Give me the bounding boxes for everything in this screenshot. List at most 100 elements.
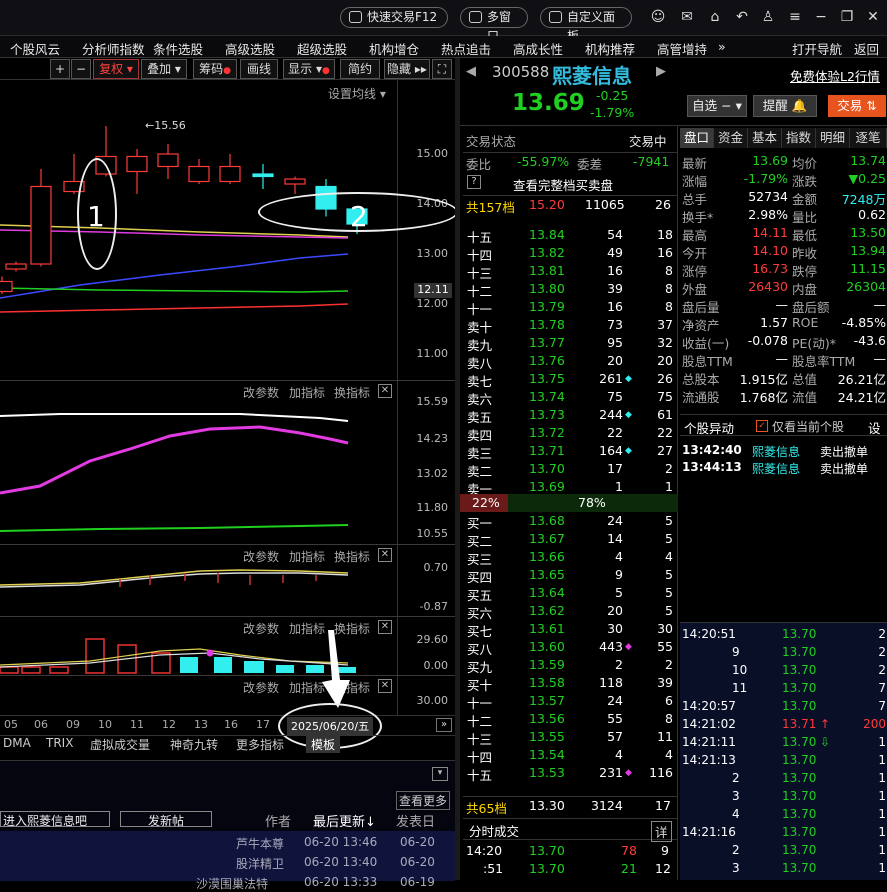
quick-trade-button[interactable]: 快速交易F12 [340, 7, 448, 28]
col-last-update[interactable]: 最后更新↓ [313, 811, 376, 830]
enter-forum-button[interactable]: 进入熙菱信息吧 [0, 811, 110, 828]
back-icon[interactable]: ↶ [734, 9, 750, 25]
order-level-row[interactable]: 十二 13.56 55 8 [463, 710, 677, 729]
menu-item[interactable]: 热点追击 [441, 39, 491, 58]
candle[interactable] [284, 176, 306, 195]
next-stock-icon[interactable]: ▶ [656, 64, 666, 79]
menu-item[interactable]: 高成长性 [513, 39, 563, 58]
fuquan-button[interactable]: 复权 ▾ [93, 59, 139, 79]
order-level-row[interactable]: 买九 13.59 2 2 [463, 656, 677, 675]
order-level-row[interactable]: 买七 13.61 30 30 [463, 620, 677, 639]
candle[interactable] [252, 164, 274, 189]
tab-dma[interactable]: DMA [3, 736, 31, 750]
list-item[interactable]: 沙漠围巢法特 06-20 13:33 06-19 [0, 875, 455, 891]
skin-icon[interactable]: ♙ [760, 9, 776, 25]
view-more-button[interactable]: 查看更多 [396, 791, 451, 810]
display-button[interactable]: 显示 ▾● [283, 59, 335, 79]
minimize-icon[interactable]: − [813, 9, 829, 25]
bottom-level-row[interactable]: 共65档 13.30 3124 17 [463, 796, 677, 816]
remind-button[interactable]: 提醒 🔔 [753, 95, 817, 117]
full-book-row[interactable]: ? 查看完整档买卖盘 [463, 174, 677, 193]
tab-virtual-volume[interactable]: 虚拟成交量 [90, 736, 150, 753]
order-level-row[interactable]: 卖四 13.72 22 22 [463, 424, 677, 443]
order-level-row[interactable]: 买一 13.68 24 5 [463, 512, 677, 531]
zoom-in-button[interactable]: + [50, 59, 70, 79]
movement-row[interactable]: 13:42:40 熙菱信息 卖出撤单 [680, 442, 887, 460]
order-level-row[interactable]: 十一 13.79 16 8 [463, 298, 677, 317]
home-icon[interactable]: ⌂ [707, 9, 723, 25]
tab-index[interactable]: 指数 [782, 128, 816, 148]
restore-icon[interactable]: ❐ [839, 9, 855, 25]
movement-settings-button[interactable]: 设 [868, 418, 881, 437]
candle[interactable] [5, 261, 27, 272]
user-icon[interactable]: ☺ [650, 9, 666, 25]
hide-button[interactable]: 隐藏 ▸▸ [384, 59, 430, 79]
order-level-row[interactable]: 买十 13.58 118 39 [463, 674, 677, 693]
tab-tick-by-tick[interactable]: 逐笔 [850, 128, 887, 148]
candle[interactable] [157, 144, 179, 179]
order-level-row[interactable]: 十三 13.55 57 11 [463, 728, 677, 747]
watchlist-button[interactable]: 自选 − ▾ [687, 95, 747, 117]
list-item[interactable]: 芦牛本尊 06-20 13:46 06-20 [0, 835, 455, 851]
trade-button[interactable]: 交易 ⇅ [828, 95, 886, 117]
candle[interactable] [30, 169, 52, 267]
close-icon[interactable]: ✕ [865, 9, 881, 25]
menu-item[interactable]: 机构推荐 [585, 39, 635, 58]
order-level-row[interactable]: 买六 13.62 20 5 [463, 602, 677, 621]
list-item[interactable]: 股洋精卫 06-20 13:40 06-20 [0, 855, 455, 871]
top-level-row[interactable]: 共157档 15.20 11065 26 [463, 195, 677, 215]
order-level-row[interactable]: 买八 13.60 443 ◆ 55 [463, 638, 677, 657]
tab-magic-nine[interactable]: 神奇九转 [170, 736, 218, 753]
order-level-row[interactable]: 十四 13.54 4 4 [463, 746, 677, 765]
order-level-row[interactable]: 卖二 13.70 17 2 [463, 460, 677, 479]
order-level-row[interactable]: 买二 13.67 14 5 [463, 530, 677, 549]
menu-item[interactable]: 高管增持 [657, 39, 707, 58]
candle[interactable] [188, 159, 210, 184]
tab-trix[interactable]: TRIX [46, 736, 73, 750]
back-button[interactable]: 返回 [854, 39, 879, 58]
menu-more-icon[interactable]: » [718, 39, 726, 54]
simple-button[interactable]: 简约 [340, 59, 380, 79]
tab-funds[interactable]: 资金 [714, 128, 748, 148]
order-level-row[interactable]: 卖五 13.73 244 ◆ 61 [463, 406, 677, 425]
order-level-row[interactable]: 卖三 13.71 164 ◆ 27 [463, 442, 677, 461]
tab-detail[interactable]: 明细 [816, 128, 850, 148]
tab-more-indicators[interactable]: 更多指标 [236, 736, 284, 753]
menu-item[interactable]: 个股风云 [10, 39, 60, 58]
custom-panel-button[interactable]: 自定义面板 [540, 7, 632, 43]
col-author[interactable]: 作者 [265, 811, 291, 830]
new-post-button[interactable]: 发新帖 [120, 811, 212, 828]
order-level-row[interactable]: 买五 13.64 5 5 [463, 584, 677, 603]
menu-icon[interactable]: ≡ [787, 9, 803, 25]
menu-item[interactable]: 机构增仓 [369, 39, 419, 58]
order-level-row[interactable]: 十四 13.82 49 16 [463, 244, 677, 263]
tab-template[interactable]: 模板 [306, 736, 341, 753]
chouma-button[interactable]: 筹码● [193, 59, 237, 79]
order-level-row[interactable]: 买四 13.65 9 5 [463, 566, 677, 585]
open-nav-button[interactable]: 打开导航 [792, 39, 842, 58]
zoom-out-button[interactable]: − [71, 59, 91, 79]
menu-item[interactable]: 分析师指数 [82, 39, 145, 58]
menu-item[interactable]: 超级选股 [297, 39, 347, 58]
prev-stock-icon[interactable]: ◀ [466, 64, 476, 79]
tab-basic[interactable]: 基本 [748, 128, 782, 148]
menu-item[interactable]: 高级选股 [225, 39, 275, 58]
order-level-row[interactable]: 十五 13.53 231 ◆ 116 [463, 764, 677, 783]
candle[interactable] [0, 276, 13, 295]
order-level-row[interactable]: 卖八 13.76 20 20 [463, 352, 677, 371]
order-level-row[interactable]: 十二 13.80 39 8 [463, 280, 677, 299]
order-level-row[interactable]: 十一 13.57 24 6 [463, 692, 677, 711]
order-level-row[interactable]: 卖七 13.75 261 ◆ 26 [463, 370, 677, 389]
close-panel-icon[interactable]: ✕ [378, 679, 392, 693]
candle[interactable] [126, 149, 148, 194]
tab-pankou[interactable]: 盘口 [680, 128, 714, 148]
order-level-row[interactable]: 卖六 13.74 75 75 [463, 388, 677, 407]
order-level-row[interactable]: 卖九 13.77 95 32 [463, 334, 677, 353]
mail-icon[interactable]: ✉ [679, 9, 695, 25]
collapse-icon[interactable]: ▾ [432, 767, 448, 781]
l2-trial-link[interactable]: 免费体验L2行情 [790, 66, 880, 85]
movement-row[interactable]: 13:44:13 熙菱信息 卖出撤单 [680, 459, 887, 477]
modify-params-button[interactable]: 改参数 [243, 679, 279, 696]
col-post-date[interactable]: 发表日 [396, 811, 435, 830]
order-level-row[interactable]: 卖十 13.78 73 37 [463, 316, 677, 335]
